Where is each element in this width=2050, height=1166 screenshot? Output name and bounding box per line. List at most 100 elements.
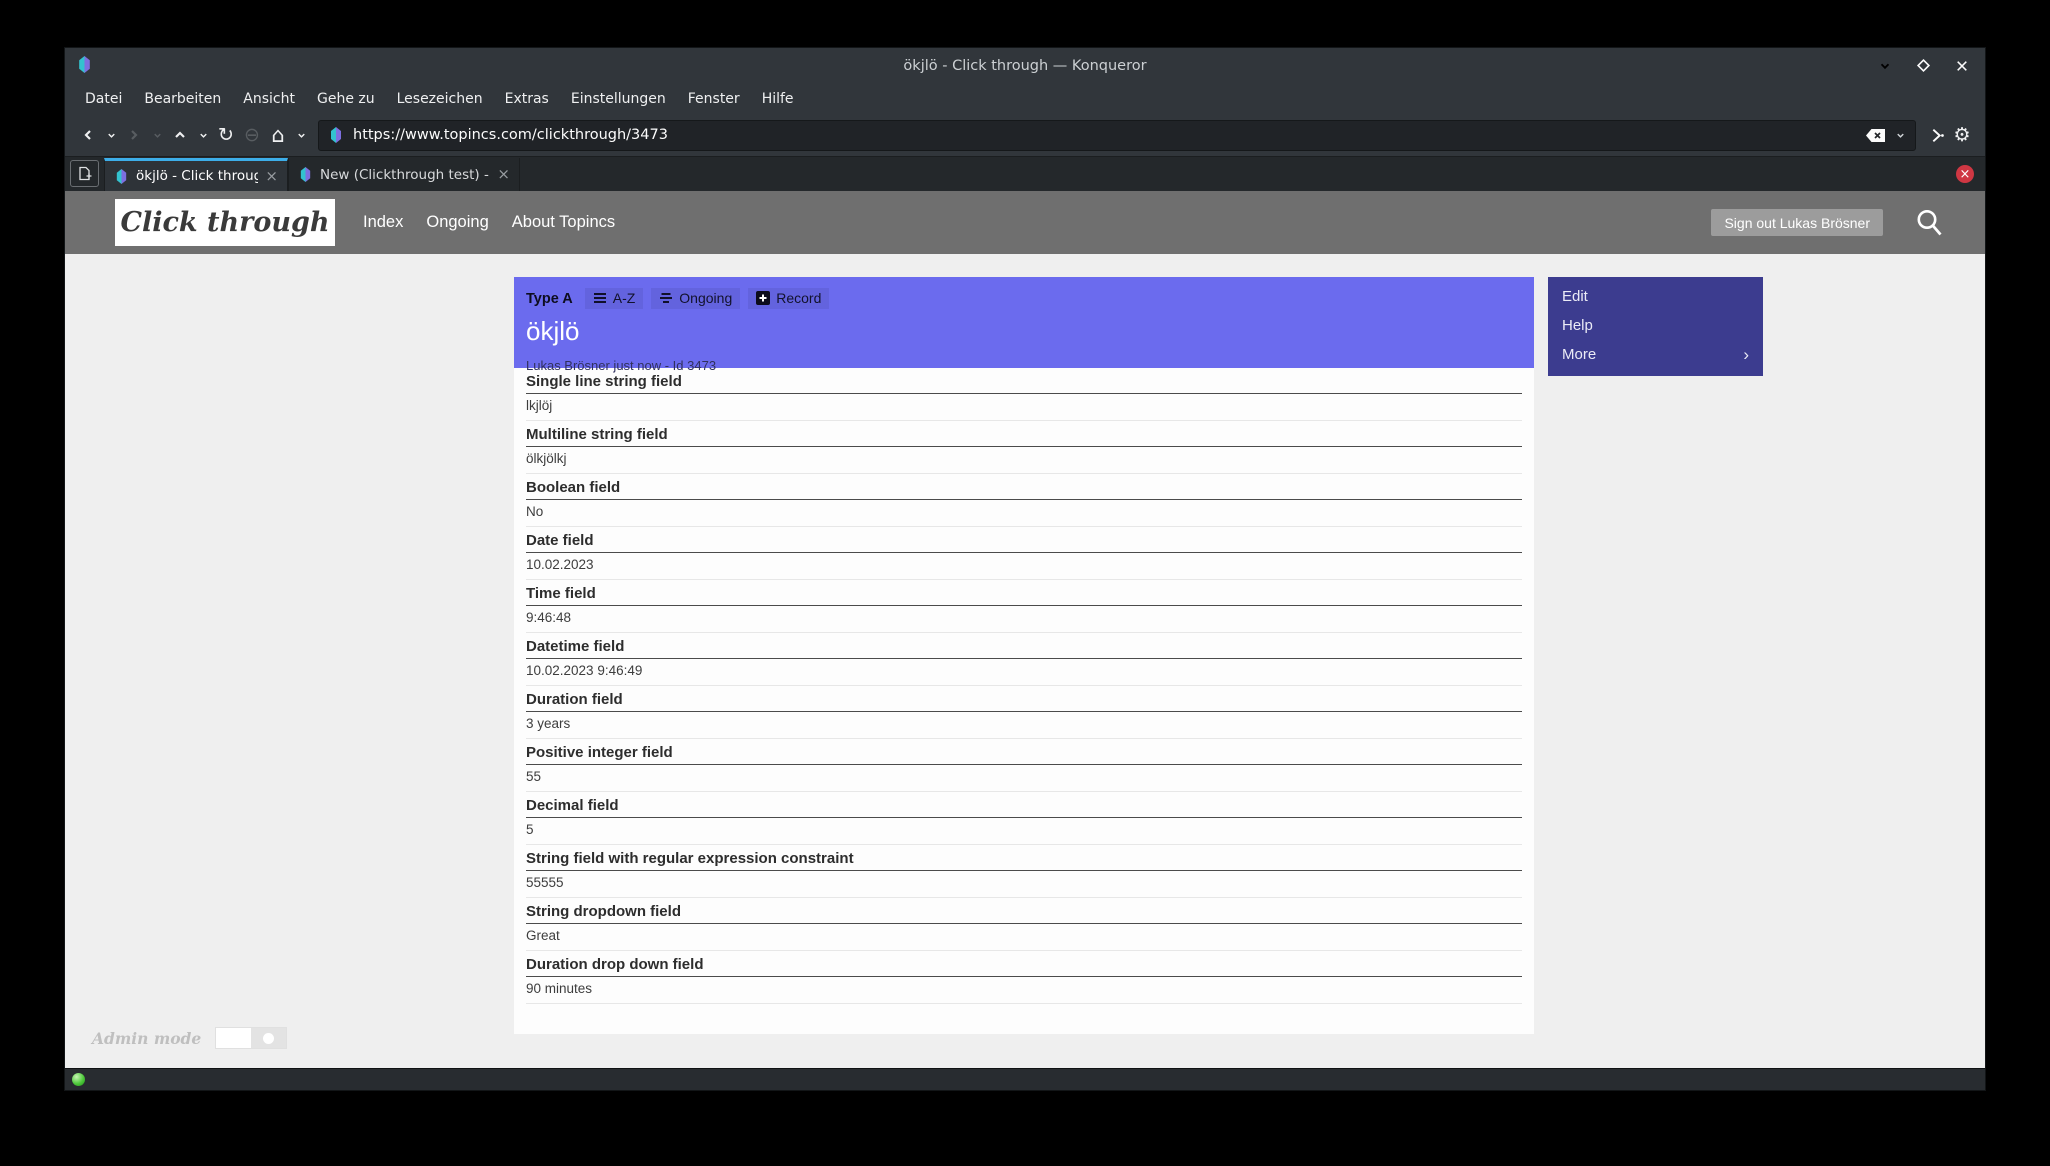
close-button[interactable] [1955,59,1969,73]
menu-item-more[interactable]: More › [1548,340,1763,369]
field-value: lkjlöj [526,394,1522,421]
back-button[interactable] [75,122,101,148]
badge-ongoing[interactable]: Ongoing [651,288,740,309]
menubar: Datei Bearbeiten Ansicht Gehe zu Lesezei… [65,83,1985,114]
url-input[interactable]: https://www.topincs.com/clickthrough/347… [353,127,1856,143]
url-history-dropdown-icon[interactable] [1895,130,1906,141]
settings-gear-icon[interactable]: ⚙ [1949,122,1975,148]
field-label: Decimal field [526,798,1522,818]
field-value: 90 minutes [526,977,1522,1004]
site-logo[interactable]: Click through [115,199,335,246]
add-record-icon [756,291,770,305]
menu-bearbeiten[interactable]: Bearbeiten [133,87,232,111]
window-title: ökjlö - Click through — Konqueror [65,58,1985,74]
field-label: String dropdown field [526,904,1522,924]
status-bar [65,1068,1985,1090]
new-tab-button[interactable] [70,160,99,187]
maximize-button[interactable] [1916,58,1931,73]
field-label: Date field [526,533,1522,553]
menu-item-help[interactable]: Help [1548,311,1763,340]
badge-label: A-Z [613,290,636,306]
field-row: Positive integer field 55 [514,739,1534,792]
field-label: Time field [526,586,1522,606]
tab-favicon-icon [114,169,129,184]
toggle-track-off [216,1028,251,1048]
tab-label: New (Clickthrough test) - C... [320,167,490,183]
record-context-menu: Edit Help More › [1548,277,1763,376]
submenu-chevron-icon: › [1743,345,1749,365]
url-bar[interactable]: https://www.topincs.com/clickthrough/347… [318,120,1916,151]
up-button[interactable] [167,122,193,148]
clear-url-icon[interactable] [1865,128,1886,143]
tab-clickthrough[interactable]: ökjlö - Click through × [104,158,288,191]
menu-einstellungen[interactable]: Einstellungen [560,87,677,111]
field-value: ölkjölkj [526,447,1522,474]
field-row: Decimal field 5 [514,792,1534,845]
go-button[interactable] [1923,122,1949,148]
tab-close-icon[interactable]: × [497,167,510,182]
field-label: Positive integer field [526,745,1522,765]
menu-gehe-zu[interactable]: Gehe zu [306,87,386,111]
field-row: Duration field 3 years [514,686,1534,739]
field-value: 3 years [526,712,1522,739]
ongoing-icon [659,292,673,304]
site-header: Click through Index Ongoing About Topinc… [65,191,1985,254]
nav-index[interactable]: Index [363,213,403,232]
home-icon[interactable]: ⌂ [265,122,291,148]
toolbar: ↻ ⊖ ⌂ https://www.topincs.com/clickthrou… [65,114,1985,156]
menu-item-label: Edit [1562,288,1588,305]
field-label: Datetime field [526,639,1522,659]
badge-label: Record [776,290,821,306]
home-dropdown-icon[interactable] [291,122,311,148]
field-row: Datetime field 10.02.2023 9:46:49 [514,633,1534,686]
field-label: Duration field [526,692,1522,712]
field-value: Great [526,924,1522,951]
badge-record[interactable]: Record [748,288,829,309]
admin-mode-control: Admin mode [92,1027,287,1049]
up-dropdown-icon[interactable] [193,122,213,148]
tab-bar: ökjlö - Click through × New (Clickthroug… [65,156,1985,191]
field-row: String dropdown field Great [514,898,1534,951]
field-row: Date field 10.02.2023 [514,527,1534,580]
badge-az[interactable]: A-Z [585,288,644,309]
record-header: Type A A-Z Ongoing Record ökjlö Lu [514,277,1534,368]
field-value: 55 [526,765,1522,792]
sign-out-button[interactable]: Sign out Lukas Brösner [1711,209,1883,236]
admin-mode-label: Admin mode [92,1029,201,1048]
field-row: String field with regular expression con… [514,845,1534,898]
nav-about-topincs[interactable]: About Topincs [512,213,615,232]
admin-mode-toggle[interactable] [215,1027,287,1049]
titlebar[interactable]: ökjlö - Click through — Konqueror [65,48,1985,83]
close-icon: × [1960,168,1971,181]
field-label: Boolean field [526,480,1522,500]
field-value: 9:46:48 [526,606,1522,633]
minimize-button[interactable] [1878,59,1892,73]
menu-item-edit[interactable]: Edit [1548,282,1763,311]
tab-close-icon[interactable]: × [265,169,278,184]
badge-label: Ongoing [679,290,732,306]
field-label: String field with regular expression con… [526,851,1522,871]
tab-new-clickthrough-test[interactable]: New (Clickthrough test) - C... × [288,158,520,191]
menu-datei[interactable]: Datei [74,87,133,111]
menu-ansicht[interactable]: Ansicht [232,87,306,111]
stop-icon: ⊖ [239,122,265,148]
field-value: No [526,500,1522,527]
search-icon[interactable] [1914,207,1944,238]
menu-item-label: Help [1562,317,1593,334]
field-label: Multiline string field [526,427,1522,447]
menu-extras[interactable]: Extras [494,87,560,111]
record-badges: Type A A-Z Ongoing Record [526,288,1522,309]
tab-label: ökjlö - Click through [136,168,258,184]
record-type-label: Type A [526,291,573,307]
toggle-knob[interactable] [263,1033,274,1044]
nav-ongoing[interactable]: Ongoing [426,213,488,232]
field-label: Single line string field [526,374,1522,394]
close-current-tab-button[interactable]: × [1956,165,1974,183]
field-value: 10.02.2023 [526,553,1522,580]
back-dropdown-icon[interactable] [101,122,121,148]
menu-fenster[interactable]: Fenster [677,87,751,111]
menu-hilfe[interactable]: Hilfe [751,87,805,111]
field-row: Multiline string field ölkjölkj [514,421,1534,474]
menu-lesezeichen[interactable]: Lesezeichen [386,87,494,111]
reload-icon[interactable]: ↻ [213,122,239,148]
